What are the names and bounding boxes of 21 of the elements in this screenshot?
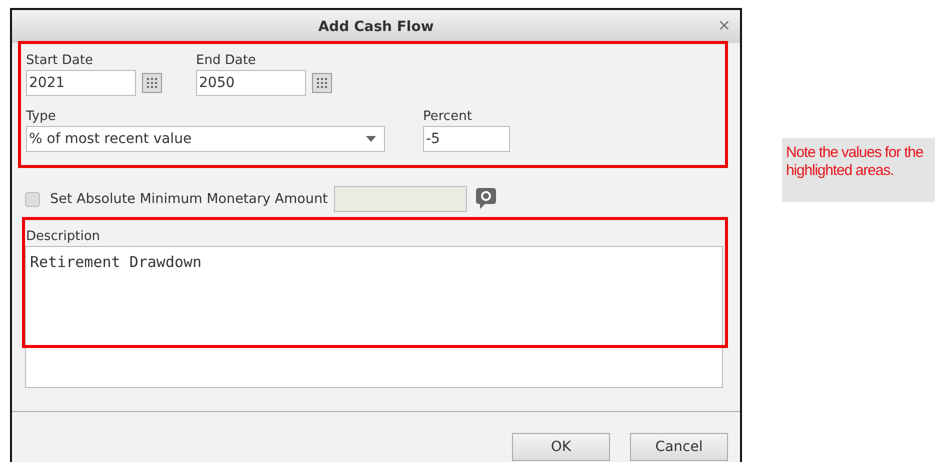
percent-field[interactable]: -5 xyxy=(423,126,510,152)
start-date-field[interactable]: 2021 xyxy=(26,70,136,96)
calendar-icon[interactable] xyxy=(312,73,332,93)
calendar-icon[interactable] xyxy=(142,73,162,93)
field-label: End Date xyxy=(196,52,257,70)
note-callout: Note the values for the highlighted areas. xyxy=(782,138,935,202)
field-label: Start Date xyxy=(26,52,94,70)
caret-icon xyxy=(366,136,376,142)
type-dropdown[interactable]: % of most recent value xyxy=(26,126,385,152)
checkbox-label: Set Absolute Minimum Monetary Amount xyxy=(50,191,328,207)
field-label: Type xyxy=(26,108,57,126)
checkbox[interactable] xyxy=(25,192,40,206)
field-label: Description xyxy=(26,229,100,244)
cancel-button[interactable]: Cancel xyxy=(630,433,728,461)
description-field[interactable]: Retirement Drawdown xyxy=(25,246,723,388)
end-date-field[interactable]: 2050 xyxy=(196,70,306,96)
help-icon[interactable] xyxy=(476,188,496,210)
dialog-title: Add Cash Flow xyxy=(318,18,434,34)
close-button[interactable]: × xyxy=(718,16,730,36)
field-label: Percent xyxy=(423,108,473,126)
ok-button[interactable]: OK xyxy=(512,433,610,461)
